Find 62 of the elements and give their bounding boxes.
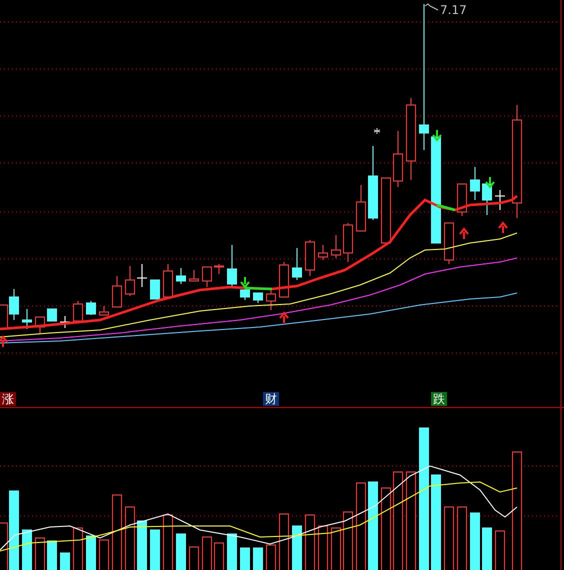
volume-bar bbox=[47, 540, 57, 570]
volume-bar bbox=[150, 530, 160, 570]
up-arrow-icon bbox=[279, 311, 289, 324]
moving-average-segment bbox=[244, 286, 272, 290]
candlestick bbox=[189, 270, 199, 282]
volume-bar bbox=[253, 548, 263, 570]
candlestick bbox=[444, 222, 454, 264]
candlestick bbox=[227, 244, 237, 286]
volume-bar bbox=[470, 512, 480, 570]
high-price-label: 7.17 bbox=[440, 3, 467, 17]
candlestick bbox=[482, 184, 492, 216]
candlestick bbox=[86, 300, 96, 316]
candlestick bbox=[266, 290, 276, 310]
up-arrow-icon bbox=[498, 221, 508, 234]
signal-tag: 财 bbox=[263, 392, 279, 406]
candlestick bbox=[163, 264, 173, 298]
volume-bar bbox=[292, 526, 302, 570]
volume-bar bbox=[22, 530, 32, 570]
candlestick bbox=[22, 308, 32, 330]
candlestick bbox=[112, 276, 122, 308]
candlestick bbox=[292, 248, 302, 280]
candlestick bbox=[279, 262, 289, 298]
candlestick bbox=[150, 280, 160, 300]
signal-tag: 跌 bbox=[431, 392, 447, 406]
volume-bar bbox=[86, 536, 96, 570]
volume-bar bbox=[60, 552, 70, 570]
candlestick bbox=[9, 288, 19, 320]
volume-bar bbox=[176, 534, 186, 570]
candlestick bbox=[136, 264, 148, 288]
candlestick bbox=[457, 184, 467, 216]
candlestick bbox=[47, 308, 57, 322]
candlestick bbox=[214, 264, 224, 274]
candlestick bbox=[356, 184, 366, 232]
volume-bar bbox=[482, 528, 492, 570]
candlestick bbox=[331, 234, 341, 258]
candlestick bbox=[470, 166, 480, 200]
down-arrow-icon bbox=[240, 276, 250, 289]
candlestick bbox=[125, 266, 135, 296]
candlestick bbox=[73, 300, 83, 322]
candlestick bbox=[99, 306, 109, 316]
down-arrow-icon bbox=[485, 176, 495, 189]
candlestick bbox=[318, 244, 328, 260]
candlestick bbox=[240, 288, 250, 300]
up-arrow-icon bbox=[459, 227, 469, 240]
up-arrow-icon bbox=[0, 335, 8, 348]
candlestick bbox=[60, 316, 70, 328]
candlestick bbox=[393, 130, 403, 188]
candlestick bbox=[381, 178, 391, 244]
moving-average-segment bbox=[436, 204, 456, 212]
candlestick bbox=[494, 190, 506, 210]
candlestick bbox=[253, 292, 263, 304]
candlestick bbox=[343, 222, 353, 262]
volume-bar bbox=[137, 520, 147, 570]
volume-bar bbox=[227, 534, 237, 570]
candlestick bbox=[305, 240, 315, 276]
volume-bar bbox=[240, 548, 250, 570]
signal-tag: 涨 bbox=[0, 392, 16, 406]
candlestick bbox=[202, 266, 212, 288]
down-arrow-icon bbox=[432, 129, 442, 142]
candlestick bbox=[176, 268, 186, 284]
star-marker-icon bbox=[374, 128, 380, 134]
candlestick bbox=[35, 316, 45, 334]
